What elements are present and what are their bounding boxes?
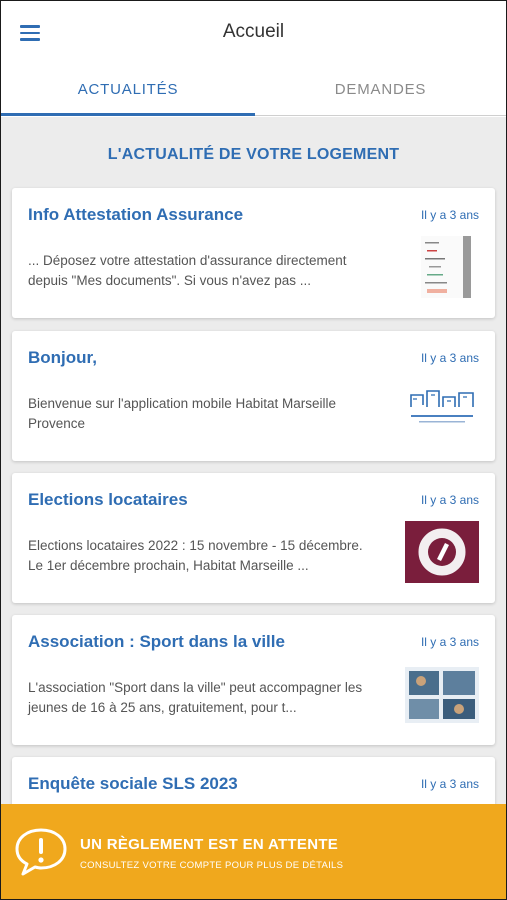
top-bar: Accueil [1, 1, 506, 67]
tab-divider [255, 115, 506, 116]
payment-pending-banner[interactable]: UN RÈGLEMENT EST EN ATTENTE CONSULTEZ VO… [1, 804, 506, 899]
news-card-time: Il y a 3 ans [420, 777, 479, 791]
tab-demandes[interactable]: DEMANDES [255, 67, 506, 117]
section-title: L'ACTUALITÉ DE VOTRE LOGEMENT [107, 146, 400, 163]
news-card-attestation[interactable]: Info Attestation Assurance Il y a 3 ans … [12, 188, 495, 318]
news-card-bonjour[interactable]: Bonjour, Il y a 3 ans Bienvenue sur l'ap… [12, 331, 495, 461]
banner-title: UN RÈGLEMENT EST EN ATTENTE [80, 836, 339, 853]
news-card-time: Il y a 3 ans [420, 208, 479, 222]
habitat-logo-icon [410, 390, 474, 423]
news-card-title: Info Attestation Assurance [28, 205, 244, 224]
banner-subtitle: CONSULTEZ VOTRE COMPTE POUR PLUS DE DÉTA… [80, 860, 344, 871]
news-card-sport[interactable]: Association : Sport dans la ville Il y a… [12, 615, 495, 745]
document-thumbnail-icon [421, 236, 471, 298]
news-card-title: Bonjour, [28, 348, 97, 367]
news-card-excerpt: Bienvenue sur l'application mobile Habit… [28, 396, 336, 431]
news-card-time: Il y a 3 ans [420, 351, 479, 365]
news-card-excerpt: Elections locataires 2022 : 15 novembre … [28, 538, 363, 573]
app-screen: Accueil ACTUALITÉS DEMANDES L'ACTUALITÉ … [0, 0, 507, 900]
tab-bar: ACTUALITÉS DEMANDES [1, 67, 506, 117]
election-badge-icon [405, 521, 479, 583]
alert-speech-bubble-icon [15, 828, 67, 876]
news-card-elections[interactable]: Elections locataires Il y a 3 ans Electi… [12, 473, 495, 603]
news-card-title: Association : Sport dans la ville [28, 632, 285, 651]
news-card-time: Il y a 3 ans [420, 493, 479, 507]
news-card-excerpt: ... Déposez votre attestation d'assuranc… [28, 253, 347, 288]
tab-actualites[interactable]: ACTUALITÉS [1, 67, 255, 117]
flyer-photo-icon [405, 667, 479, 723]
news-card-time: Il y a 3 ans [420, 635, 479, 649]
news-card-title: Enquête sociale SLS 2023 [28, 774, 238, 793]
news-card-title: Elections locataires [28, 490, 188, 509]
page-title: Accueil [222, 21, 285, 42]
news-card-excerpt: L'association "Sport dans la ville" peut… [28, 680, 363, 715]
active-tab-indicator [1, 113, 255, 116]
